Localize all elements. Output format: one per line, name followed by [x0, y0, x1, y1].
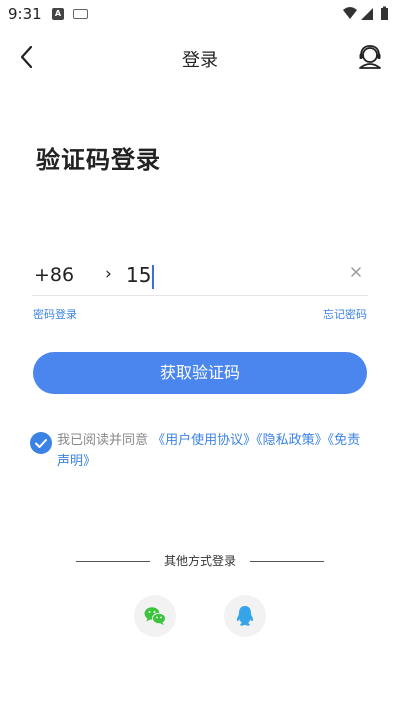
qq-icon [236, 606, 254, 626]
nav-bar: 登录 [0, 36, 400, 78]
customer-service-icon [359, 45, 381, 69]
chevron-right-icon[interactable]: › [105, 264, 112, 284]
country-code-selector[interactable]: +86 [34, 264, 74, 286]
wifi-icon [343, 7, 357, 19]
wechat-icon [144, 607, 166, 625]
status-time: 9:31 [8, 5, 42, 23]
privacy-policy-link[interactable]: 《隐私政策》 [256, 433, 328, 448]
agreement-prefix: 我已阅读并同意 [57, 433, 153, 448]
close-icon[interactable] [348, 264, 364, 280]
phone-input-value: 15 [126, 263, 152, 287]
battery-icon [381, 6, 388, 20]
password-login-link[interactable]: 密码登录 [33, 306, 77, 322]
nav-title: 登录 [182, 50, 218, 71]
other-login-divider: 其他方式登录 [76, 551, 324, 571]
customer-service-button[interactable] [356, 43, 384, 71]
status-bar: 9:31 A [0, 0, 400, 28]
signal-icon [361, 8, 373, 20]
system-icons [342, 6, 392, 22]
forgot-password-link[interactable]: 忘记密码 [323, 306, 367, 322]
qq-login-button[interactable] [224, 595, 266, 637]
text-cursor [152, 264, 155, 289]
wechat-login-button[interactable] [134, 595, 176, 637]
phone-input[interactable]: 15 [126, 263, 155, 289]
divider-line [250, 561, 324, 562]
get-code-button[interactable]: 获取验证码 [33, 352, 367, 394]
user-agreement-link[interactable]: 《用户使用协议》 [152, 433, 256, 448]
agreement-text: 我已阅读并同意 《用户使用协议》《隐私政策》《免责声明》 [57, 430, 370, 472]
phone-row: +86 › 15 [32, 258, 368, 296]
a-icon: A [52, 8, 64, 20]
keyboard-icon [73, 9, 88, 19]
agreement-checkbox[interactable] [30, 432, 52, 454]
page-title: 验证码登录 [36, 146, 161, 174]
check-icon [35, 439, 47, 448]
